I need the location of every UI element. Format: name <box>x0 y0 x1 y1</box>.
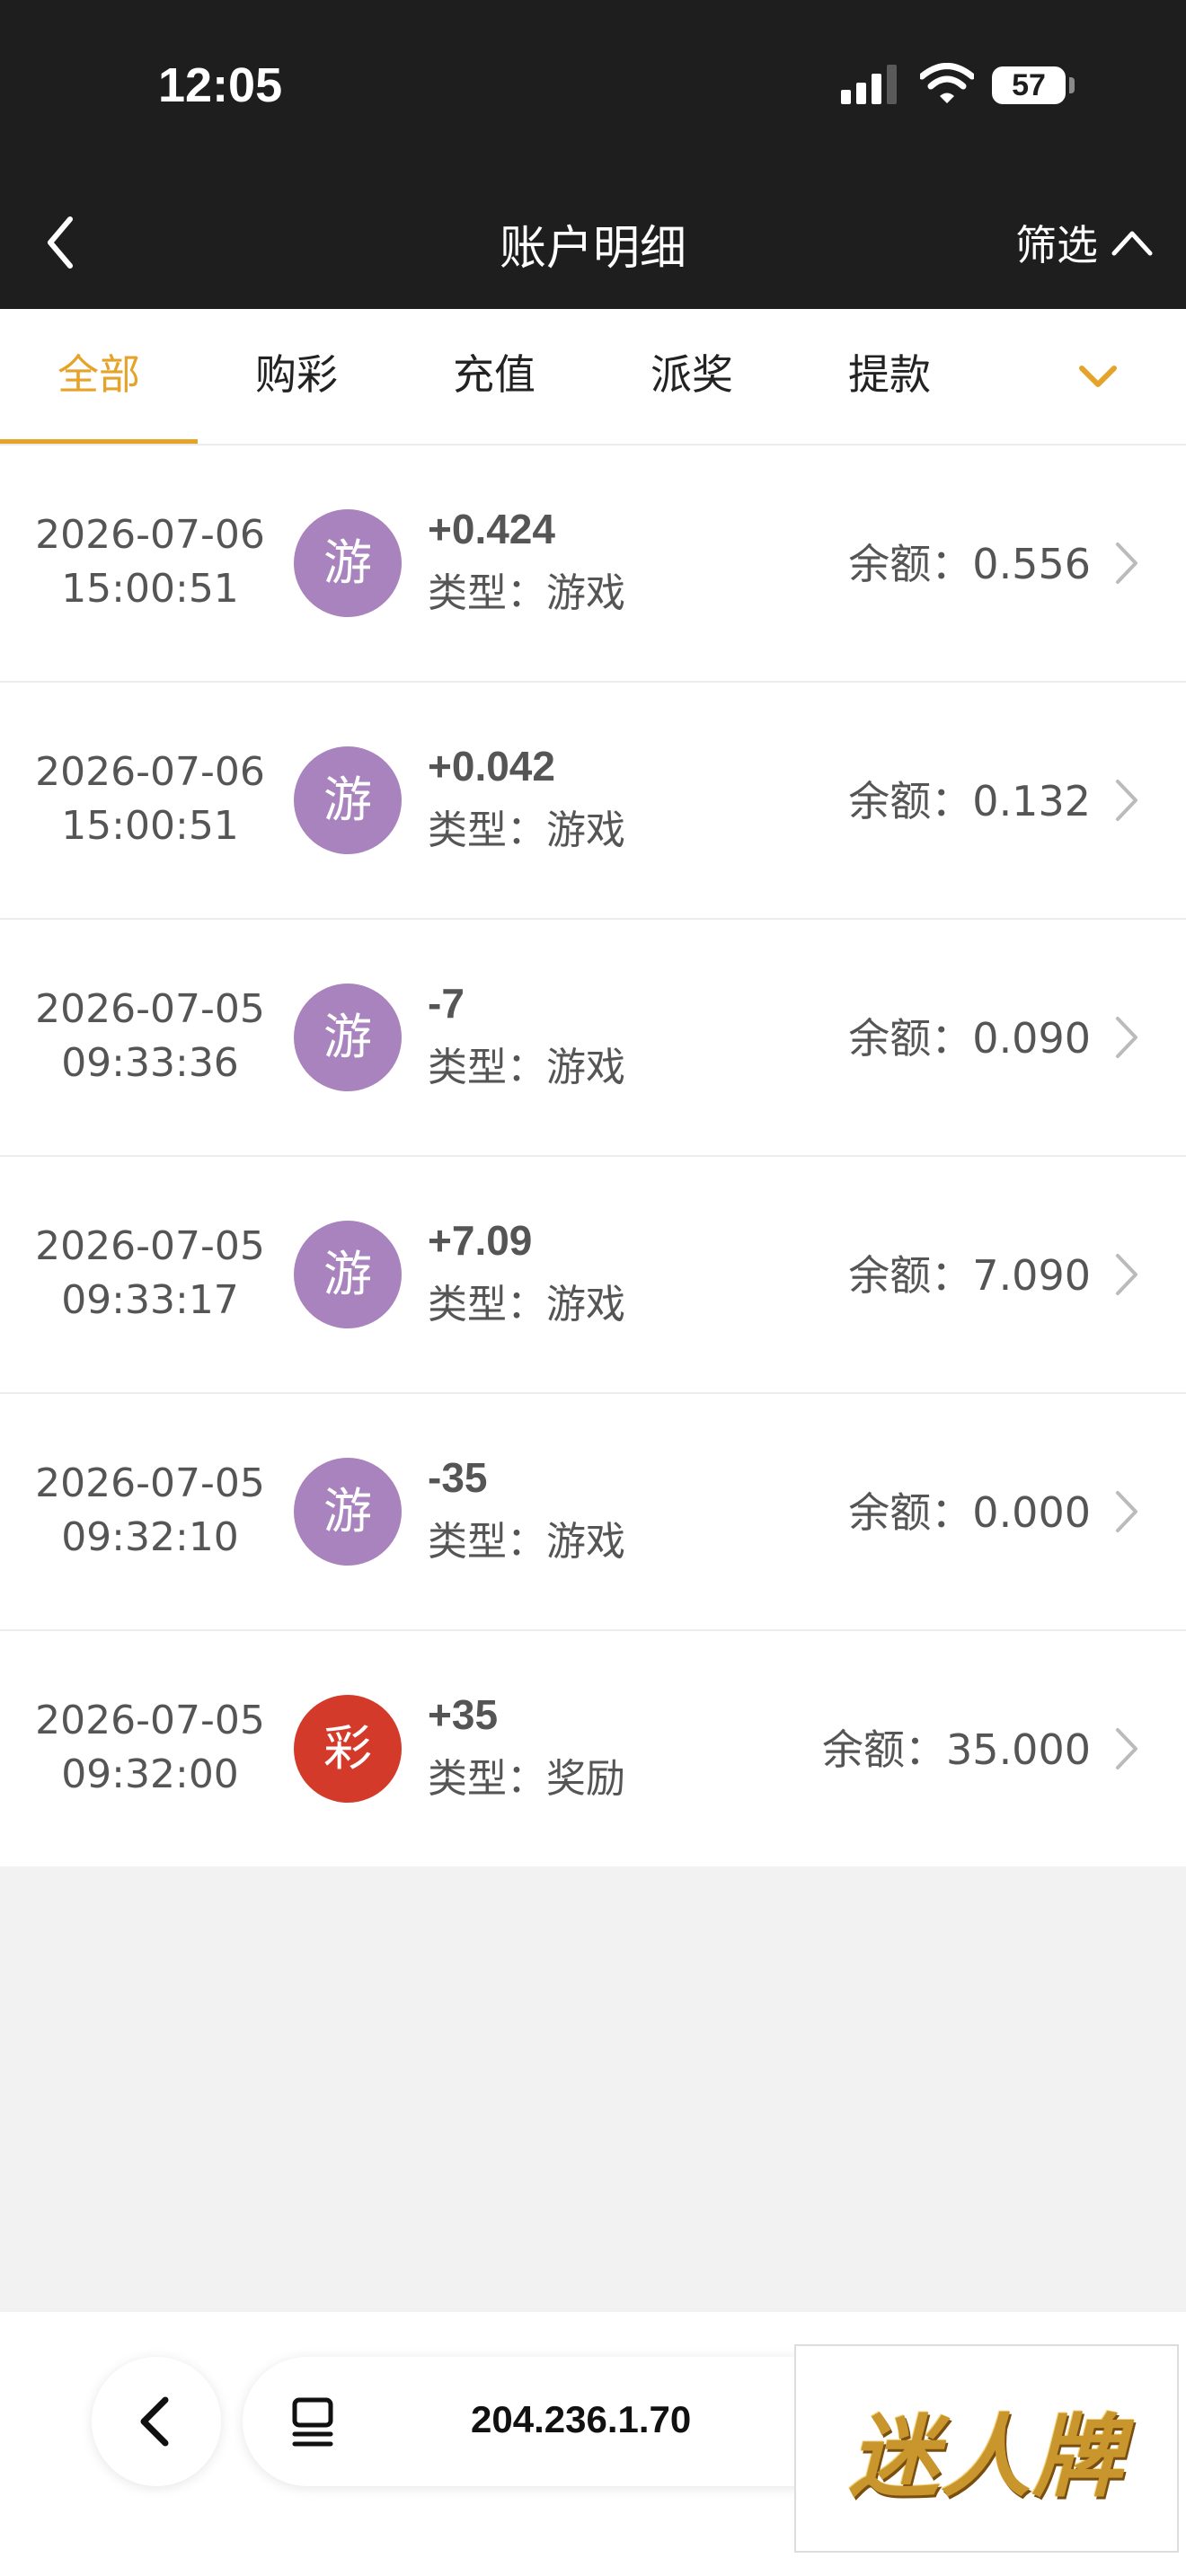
chevron-down-icon[interactable] <box>1071 348 1125 402</box>
record-row[interactable]: 2026-07-05 09:32:10 游 -35 类型：游戏 余额：0.000 <box>0 1394 1186 1631</box>
record-date: 2026-07-05 <box>35 1698 265 1743</box>
chevron-right-icon <box>1116 1491 1137 1532</box>
battery-indicator: 57 <box>992 66 1066 104</box>
record-time: 09:32:10 <box>61 1514 239 1560</box>
record-amount: -7 <box>428 980 465 1027</box>
browser-toolbar: 204.236.1.70 迷人牌 <box>0 2312 1186 2576</box>
record-row[interactable]: 2026-07-05 09:33:17 游 +7.09 类型：游戏 余额：7.0… <box>0 1157 1186 1394</box>
address-text: 204.236.1.70 <box>471 2398 692 2440</box>
record-balance: 余额：7.090 <box>848 1251 1091 1300</box>
record-datetime: 2026-07-06 15:00:51 <box>0 745 300 853</box>
record-amount: +0.424 <box>428 506 555 552</box>
record-amount: +35 <box>428 1691 499 1738</box>
record-type: 类型：游戏 <box>428 807 625 853</box>
chevron-right-icon <box>1116 543 1137 584</box>
record-datetime: 2026-07-06 15:00:51 <box>0 508 300 616</box>
cellular-signal-icon <box>841 65 897 104</box>
record-date: 2026-07-06 <box>35 749 265 795</box>
record-date: 2026-07-05 <box>35 986 265 1032</box>
tab-withdraw[interactable]: 提款 <box>791 309 988 444</box>
records-list: 2026-07-06 15:00:51 游 +0.424 类型：游戏 余额：0.… <box>0 446 1186 1866</box>
record-badge: 游 <box>294 1221 402 1328</box>
record-row[interactable]: 2026-07-06 15:00:51 游 +0.424 类型：游戏 余额：0.… <box>0 446 1186 683</box>
address-bar[interactable]: 204.236.1.70 <box>243 2357 872 2486</box>
record-datetime: 2026-07-05 09:32:10 <box>0 1457 300 1565</box>
record-datetime: 2026-07-05 09:33:36 <box>0 983 300 1090</box>
record-time: 09:32:00 <box>61 1751 239 1797</box>
record-badge: 游 <box>294 1458 402 1566</box>
record-time: 09:33:17 <box>61 1277 239 1323</box>
record-date: 2026-07-06 <box>35 512 265 558</box>
record-balance: 余额：35.000 <box>822 1725 1091 1774</box>
record-balance: 余额：0.556 <box>848 540 1091 588</box>
record-balance: 余额：0.090 <box>848 1014 1091 1063</box>
wifi-icon <box>920 63 974 103</box>
chevron-right-icon <box>1116 780 1137 821</box>
record-time: 15:00:51 <box>61 803 239 849</box>
record-time: 09:33:36 <box>61 1040 239 1086</box>
record-type: 类型：奖励 <box>428 1756 625 1802</box>
nav-bar: 账户明细 筛选 <box>0 176 1186 309</box>
tabs-icon[interactable] <box>288 2396 338 2448</box>
chevron-up-icon <box>1111 231 1153 256</box>
record-badge: 游 <box>294 509 402 617</box>
record-badge: 游 <box>294 746 402 854</box>
status-time: 12:05 <box>158 58 283 112</box>
battery-tip <box>1069 77 1075 93</box>
record-amount: +0.042 <box>428 743 555 790</box>
record-type: 类型：游戏 <box>428 1282 625 1328</box>
logo-text: 迷人牌 <box>849 2403 1124 2510</box>
chevron-right-icon <box>1116 1728 1137 1769</box>
record-type: 类型：游戏 <box>428 570 625 616</box>
record-row[interactable]: 2026-07-05 09:32:00 彩 +35 类型：奖励 余额：35.00… <box>0 1631 1186 1866</box>
tab-payout[interactable]: 派奖 <box>593 309 791 444</box>
record-type: 类型：游戏 <box>428 1519 625 1565</box>
brand-logo[interactable]: 迷人牌 <box>794 2344 1179 2553</box>
record-type: 类型：游戏 <box>428 1045 625 1090</box>
page-title: 账户明细 <box>499 222 686 276</box>
status-bar: 12:05 57 <box>0 0 1186 176</box>
record-balance: 余额：0.132 <box>848 777 1091 825</box>
record-date: 2026-07-05 <box>35 1460 265 1506</box>
browser-back-button[interactable] <box>92 2357 221 2486</box>
record-amount: -35 <box>428 1454 488 1501</box>
category-tabs: 全部 购彩 充值 派奖 提款 <box>0 309 1186 446</box>
tab-deposit[interactable]: 充值 <box>395 309 593 444</box>
chevron-left-icon <box>140 2396 169 2447</box>
record-badge: 游 <box>294 984 402 1091</box>
chevron-right-icon <box>1116 1254 1137 1295</box>
record-datetime: 2026-07-05 09:32:00 <box>0 1694 300 1802</box>
record-row[interactable]: 2026-07-05 09:33:36 游 -7 类型：游戏 余额：0.090 <box>0 920 1186 1157</box>
tab-lottery[interactable]: 购彩 <box>198 309 395 444</box>
record-badge: 彩 <box>294 1695 402 1803</box>
chevron-right-icon <box>1116 1017 1137 1058</box>
record-date: 2026-07-05 <box>35 1223 265 1269</box>
filter-button[interactable]: 筛选 <box>1015 207 1154 278</box>
record-datetime: 2026-07-05 09:33:17 <box>0 1220 300 1328</box>
record-row[interactable]: 2026-07-06 15:00:51 游 +0.042 类型：游戏 余额：0.… <box>0 683 1186 920</box>
record-amount: +7.09 <box>428 1217 533 1264</box>
tab-all[interactable]: 全部 <box>0 309 198 444</box>
record-balance: 余额：0.000 <box>848 1488 1091 1537</box>
record-time: 15:00:51 <box>61 566 239 612</box>
filter-label: 筛选 <box>1015 221 1098 269</box>
